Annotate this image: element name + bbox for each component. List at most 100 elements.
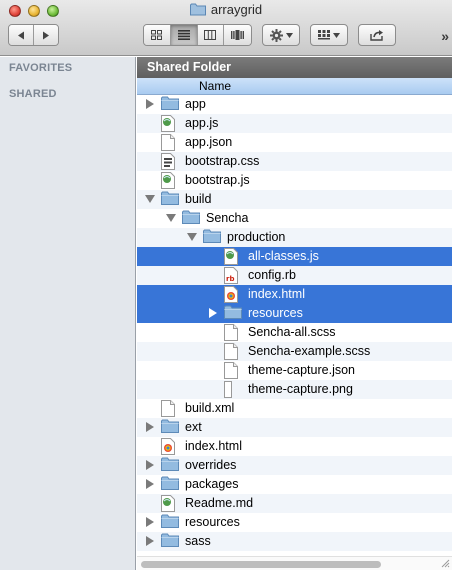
disclosure-closed-icon[interactable] [145,536,155,546]
file-row[interactable]: Readme.md [137,494,452,513]
file-row[interactable]: index.html [137,285,452,304]
window-title-area: arraygrid [0,2,452,17]
file-name: packages [185,477,239,491]
cover-flow-button[interactable] [224,25,251,45]
image-file-icon [224,381,240,398]
file-name: sass [185,534,211,548]
disclosure-closed-icon[interactable] [145,422,155,432]
disclosure-closed-icon[interactable] [145,479,155,489]
file-row[interactable]: rb config.rb [137,266,452,285]
html-file-icon [161,438,177,455]
file-row[interactable]: build.xml [137,399,452,418]
file-row[interactable]: theme-capture.png [137,380,452,399]
file-name: theme-capture.json [248,363,356,377]
file-row[interactable]: Sencha-example.scss [137,342,452,361]
document-icon [161,134,177,151]
file-name: index.html [185,439,242,453]
file-row[interactable]: Sencha [137,209,452,228]
toolbar-overflow-icon[interactable]: » [441,28,449,44]
file-row[interactable]: build [137,190,452,209]
file-row[interactable]: production [137,228,452,247]
file-name: app.json [185,135,233,149]
forward-arrow-icon [42,31,49,39]
file-name: build.xml [185,401,235,415]
file-row[interactable]: all-classes.js [137,247,452,266]
file-row[interactable]: sass [137,532,452,551]
view-mode-control [143,24,252,46]
folder-icon [161,96,179,112]
folder-icon [161,476,179,492]
disclosure-closed-icon[interactable] [145,99,155,109]
document-icon [224,324,240,341]
back-forward-control [8,24,59,46]
list-view-button[interactable] [170,25,198,45]
file-name: Readme.md [185,496,254,510]
icon-view-button[interactable] [144,25,171,45]
file-browser: Shared Folder Name app app.js app.json boot… [137,57,452,570]
file-row[interactable]: Sencha-all.scss [137,323,452,342]
arrange-menu-button[interactable] [310,24,348,46]
forward-button[interactable] [33,25,58,45]
action-menu-button[interactable] [262,24,300,46]
cover-flow-icon [231,30,245,40]
folder-icon [224,305,242,321]
disclosure-open-icon[interactable] [187,232,197,242]
file-row[interactable]: bootstrap.js [137,171,452,190]
file-row[interactable]: overrides [137,456,452,475]
file-name: resources [185,515,240,529]
back-arrow-icon [17,31,24,39]
disclosure-closed-icon[interactable] [145,517,155,527]
file-row[interactable]: resources [137,304,452,323]
sidebar: FAVORITES SHARED [0,57,136,570]
file-name: Sencha-example.scss [248,344,371,358]
back-button[interactable] [9,25,34,45]
gear-icon [269,28,283,42]
file-row[interactable]: theme-capture.json [137,361,452,380]
file-name: app.js [185,116,219,130]
svg-text:rb: rb [226,275,234,283]
document-icon [224,343,240,360]
file-row[interactable]: app.js [137,114,452,133]
file-name: bootstrap.css [185,154,260,168]
scrollbar-thumb[interactable] [141,561,381,568]
disclosure-closed-icon[interactable] [145,460,155,470]
file-row[interactable]: resources [137,513,452,532]
grid-icon [151,30,163,40]
file-name: bootstrap.js [185,173,250,187]
folder-icon [189,3,206,16]
file-row[interactable]: ext [137,418,452,437]
sidebar-section-shared[interactable]: SHARED [9,88,57,100]
disclosure-open-icon[interactable] [145,194,155,204]
column-header-name[interactable]: Name [137,78,452,95]
file-row[interactable]: app.json [137,133,452,152]
file-name: theme-capture.png [248,382,353,396]
file-name: Sencha-all.scss [248,325,336,339]
file-name: ext [185,420,202,434]
html-file-icon [224,286,240,303]
folder-icon [161,419,179,435]
document-icon [224,362,240,379]
share-button[interactable] [358,24,396,46]
window-title: arraygrid [210,2,263,17]
column-view-button[interactable] [197,25,225,45]
file-row[interactable]: packages [137,475,452,494]
javascript-file-icon [224,248,240,265]
file-name: all-classes.js [248,249,319,263]
share-icon [370,29,383,41]
folder-icon [161,533,179,549]
file-name: production [227,230,286,244]
file-name: build [185,192,212,206]
disclosure-open-icon[interactable] [166,213,176,223]
disclosure-closed-icon[interactable] [208,308,218,318]
horizontal-scrollbar[interactable] [137,556,452,570]
resize-grip-icon[interactable] [440,558,450,568]
file-row[interactable]: app [137,95,452,114]
sidebar-section-favorites[interactable]: FAVORITES [9,62,72,74]
folder-icon [161,191,179,207]
columns-icon [204,30,217,40]
file-row[interactable]: bootstrap.css [137,152,452,171]
file-name: config.rb [248,268,296,282]
list-icon [177,30,190,40]
file-row[interactable]: index.html [137,437,452,456]
file-name: app [185,97,206,111]
